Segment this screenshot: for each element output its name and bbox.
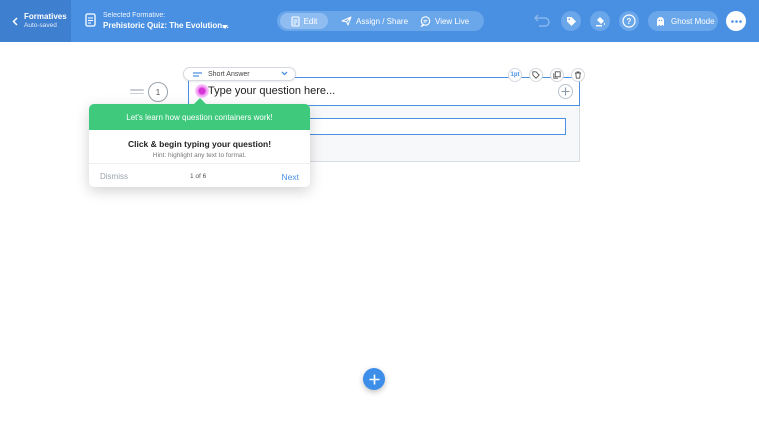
tour-footer: Dismiss 1 of 6 Next bbox=[89, 163, 310, 187]
chat-bubble-icon bbox=[420, 15, 431, 27]
tour-popover: Let's learn how question containers work… bbox=[89, 98, 310, 187]
undo-icon[interactable] bbox=[533, 13, 551, 32]
duplicate-button[interactable] bbox=[550, 68, 564, 82]
tab-edit-label: Edit bbox=[303, 16, 318, 26]
question-number: 1 bbox=[148, 82, 168, 102]
next-button[interactable]: Next bbox=[282, 172, 299, 182]
back-to-formatives-button[interactable]: Formatives Auto-saved bbox=[0, 0, 71, 42]
top-bar: Formatives Auto-saved Selected Formative… bbox=[0, 0, 759, 42]
document-icon bbox=[85, 13, 96, 32]
back-label-group: Formatives Auto-saved bbox=[24, 11, 67, 30]
delete-button[interactable] bbox=[571, 68, 585, 82]
drag-handle-icon[interactable] bbox=[130, 89, 144, 94]
add-question-button[interactable] bbox=[363, 368, 385, 390]
theme-button[interactable] bbox=[590, 11, 610, 31]
ghost-icon bbox=[657, 16, 664, 26]
more-options-button[interactable] bbox=[726, 11, 746, 31]
tab-assign-share[interactable]: Assign / Share bbox=[337, 13, 413, 29]
question-type-label: Short Answer bbox=[208, 70, 250, 78]
points-icon: 1pt bbox=[510, 72, 520, 78]
question-prompt-input[interactable]: Type your question here... bbox=[208, 85, 335, 97]
tab-view-live[interactable]: View Live bbox=[417, 13, 481, 29]
formative-label: Selected Formative: bbox=[103, 12, 166, 19]
tab-edit[interactable]: Edit bbox=[280, 13, 328, 29]
trash-icon bbox=[575, 71, 581, 79]
tab-assign-label: Assign / Share bbox=[356, 16, 409, 26]
back-label: Formatives bbox=[24, 11, 67, 21]
formative-selector[interactable]: Selected Formative: Prehistoric Quiz: Th… bbox=[103, 12, 229, 30]
formative-title: Prehistoric Quiz: The Evolution... bbox=[103, 21, 229, 30]
dismiss-button[interactable]: Dismiss bbox=[100, 172, 128, 181]
doc-icon bbox=[291, 15, 300, 27]
svg-text:?: ? bbox=[627, 17, 632, 26]
short-answer-icon bbox=[193, 71, 202, 77]
answer-input[interactable] bbox=[300, 118, 566, 135]
tab-view-label: View Live bbox=[435, 16, 470, 26]
mode-tabs: Edit Assign / Share View Live bbox=[277, 11, 484, 31]
tour-hint: Hint: highlight any text to format. bbox=[152, 152, 247, 159]
autosave-status: Auto-saved bbox=[24, 21, 57, 29]
question-tag-button[interactable] bbox=[529, 68, 543, 82]
tour-step-counter: 1 of 6 bbox=[190, 173, 207, 180]
question-type-dropdown[interactable]: Short Answer bbox=[183, 67, 296, 81]
more-dots-icon bbox=[730, 19, 742, 23]
paint-bucket-icon bbox=[595, 16, 605, 26]
popover-arrow bbox=[193, 98, 207, 105]
tour-header: Let's learn how question containers work… bbox=[89, 104, 310, 130]
plus-icon bbox=[369, 374, 379, 384]
chevron-down-icon bbox=[281, 71, 288, 76]
plus-icon bbox=[561, 87, 570, 96]
caret-down-icon[interactable] bbox=[222, 16, 228, 34]
points-button[interactable]: 1pt bbox=[508, 68, 522, 82]
chevron-left-icon bbox=[12, 16, 22, 26]
tour-instruction: Click & begin typing your question! bbox=[127, 139, 272, 149]
paper-plane-icon bbox=[341, 16, 352, 26]
ghost-mode-label: Ghost Mode bbox=[671, 16, 715, 26]
add-media-button[interactable] bbox=[558, 84, 573, 99]
tags-button[interactable] bbox=[561, 11, 581, 31]
copy-icon bbox=[553, 71, 561, 79]
cursor-highlight bbox=[195, 84, 209, 98]
help-button[interactable]: ? bbox=[619, 11, 639, 31]
question-mark-icon: ? bbox=[622, 14, 636, 28]
tag-icon bbox=[532, 71, 540, 79]
tag-icon bbox=[566, 16, 576, 26]
ghost-mode-button[interactable]: Ghost Mode bbox=[648, 11, 718, 31]
